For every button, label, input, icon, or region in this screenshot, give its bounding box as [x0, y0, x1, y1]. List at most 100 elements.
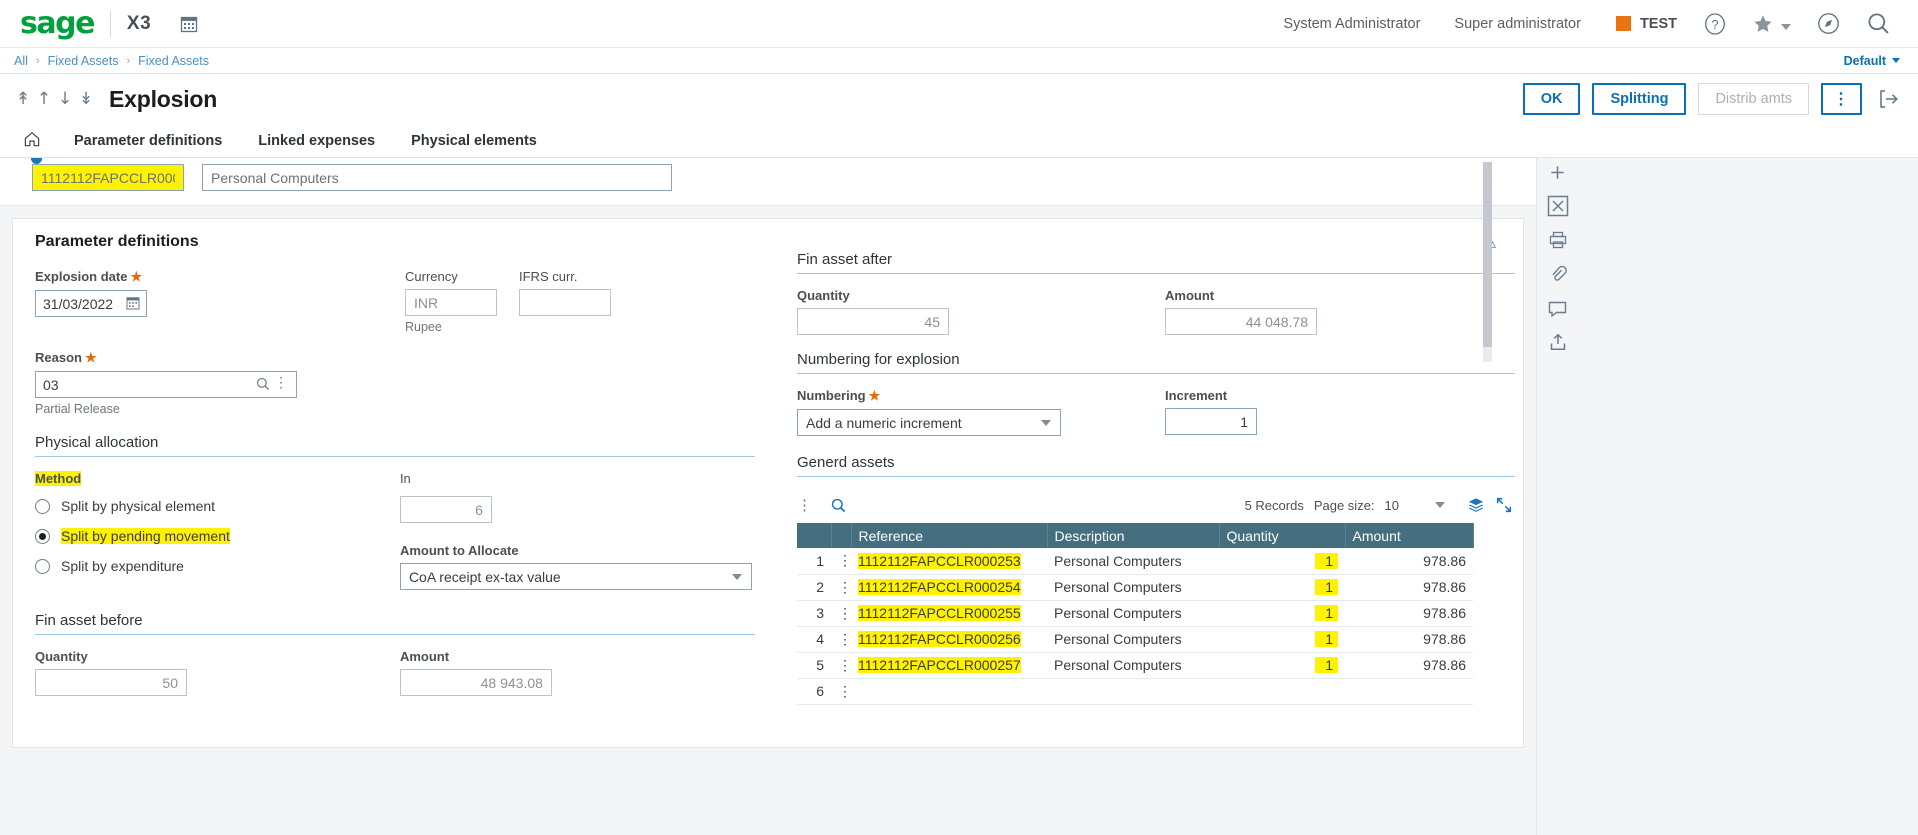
cell-amount[interactable]: 978.86 [1345, 600, 1473, 627]
help-icon[interactable]: ? [1691, 12, 1739, 36]
cell-amount[interactable]: 978.86 [1345, 574, 1473, 601]
calendar-icon[interactable] [179, 14, 199, 34]
content-area: Parameter definitions Explosion date★ [0, 158, 1918, 835]
home-icon[interactable] [22, 124, 56, 158]
compass-icon[interactable] [1804, 11, 1853, 36]
layers-icon[interactable] [1467, 496, 1485, 514]
breadcrumb-item-fixed-assets-2[interactable]: Fixed Assets [138, 54, 209, 68]
cell-quantity[interactable]: 1 [1219, 626, 1345, 653]
cell-description[interactable]: Personal Computers [1047, 652, 1219, 679]
table-row[interactable]: 4 ⋮ 1112112FAPCCLR000256 Personal Comput… [797, 626, 1473, 653]
radio-split-by-pending-movement[interactable]: Split by pending movement [35, 528, 400, 544]
explosion-date-input[interactable] [35, 290, 147, 317]
quantity-after-label: Quantity [797, 288, 850, 303]
radio-split-by-expenditure[interactable]: Split by expenditure [35, 558, 400, 574]
add-icon[interactable] [1548, 162, 1567, 182]
grid-actions-icon[interactable]: ⋮ [797, 496, 812, 514]
cell-reference[interactable]: 1112112FAPCCLR000255 [851, 600, 1047, 627]
asset-reference-input[interactable] [32, 164, 184, 191]
asset-description-input[interactable] [202, 164, 672, 191]
table-row[interactable]: 3 ⋮ 1112112FAPCCLR000255 Personal Comput… [797, 600, 1473, 627]
reason-field[interactable]: ⋮ [35, 371, 297, 398]
row-actions-icon[interactable]: ⋮ [831, 678, 852, 705]
print-icon[interactable] [1548, 230, 1568, 250]
col-reference[interactable]: Reference [851, 523, 1048, 548]
search-icon[interactable] [255, 376, 271, 397]
tab-linked-expenses[interactable]: Linked expenses [240, 124, 393, 158]
splitting-button[interactable]: Splitting [1592, 83, 1687, 115]
first-record-icon[interactable]: ↟ [14, 90, 32, 108]
row-actions-icon[interactable]: ⋮ [831, 548, 852, 575]
chevron-down-icon[interactable] [1779, 18, 1804, 30]
col-amount[interactable]: Amount [1345, 523, 1474, 548]
grid-search-icon[interactable] [830, 497, 847, 514]
col-description[interactable]: Description [1047, 523, 1220, 548]
table-row[interactable]: 1 ⋮ 1112112FAPCCLR000253 Personal Comput… [797, 548, 1473, 575]
row-actions-icon[interactable]: ⋮ [831, 652, 852, 679]
scrollbar-thumb[interactable] [1483, 162, 1492, 347]
explosion-date-field[interactable] [35, 290, 147, 317]
view-selector[interactable]: Default [1844, 54, 1900, 68]
row-actions-icon[interactable]: ⋮ [831, 574, 852, 601]
cell-description[interactable]: Personal Computers [1047, 626, 1219, 653]
cell-description[interactable] [1047, 678, 1219, 705]
section-divider [35, 634, 755, 635]
cell-amount[interactable]: 978.86 [1345, 626, 1473, 653]
table-row[interactable]: 2 ⋮ 1112112FAPCCLR000254 Personal Comput… [797, 574, 1473, 601]
sage-logo[interactable]: sage [20, 8, 95, 39]
chevron-down-icon [1041, 419, 1051, 426]
cell-amount[interactable]: 978.86 [1345, 652, 1473, 679]
star-icon[interactable] [1739, 12, 1779, 36]
page-size-value[interactable]: 10 [1385, 498, 1399, 513]
comment-icon[interactable] [1547, 298, 1568, 318]
cell-reference[interactable]: 1112112FAPCCLR000256 [851, 626, 1047, 653]
vertical-scrollbar[interactable] [1483, 162, 1492, 362]
breadcrumb-item-fixed-assets-1[interactable]: Fixed Assets [48, 54, 119, 68]
more-actions-button[interactable]: ⋮ [1821, 83, 1862, 115]
section-divider [797, 273, 1515, 274]
table-row[interactable]: 5 ⋮ 1112112FAPCCLR000257 Personal Comput… [797, 652, 1473, 679]
cell-reference[interactable] [851, 678, 1047, 705]
col-quantity[interactable]: Quantity [1219, 523, 1346, 548]
cell-reference[interactable]: 1112112FAPCCLR000253 [851, 548, 1047, 575]
amount-to-allocate-select[interactable]: CoA receipt ex-tax value [399, 563, 752, 590]
search-icon[interactable] [1853, 10, 1904, 37]
system-administrator-link[interactable]: System Administrator [1266, 16, 1437, 32]
next-record-icon[interactable]: ↓ [56, 90, 74, 108]
cell-quantity[interactable] [1219, 678, 1345, 705]
cell-description[interactable]: Personal Computers [1047, 574, 1219, 601]
cell-reference[interactable]: 1112112FAPCCLR000254 [851, 574, 1047, 601]
cell-quantity[interactable]: 1 [1219, 574, 1345, 601]
cell-quantity[interactable]: 1 [1219, 600, 1345, 627]
cell-quantity[interactable]: 1 [1219, 652, 1345, 679]
cell-quantity[interactable]: 1 [1219, 548, 1345, 575]
numbering-select[interactable]: Add a numeric increment [797, 409, 1061, 436]
increment-value[interactable]: 1 [1165, 408, 1257, 435]
share-icon[interactable] [1548, 332, 1568, 352]
tab-physical-elements[interactable]: Physical elements [393, 124, 555, 158]
tab-parameter-definitions[interactable]: Parameter definitions [56, 124, 240, 158]
exit-icon[interactable] [1874, 87, 1900, 111]
expand-icon[interactable] [1495, 496, 1513, 514]
row-actions-icon[interactable]: ⋮ [831, 626, 852, 653]
environment-badge[interactable]: TEST [1598, 16, 1691, 32]
fin-asset-after-row: Quantity 45 Amount 44 048.78 [797, 288, 1515, 335]
environment-label: TEST [1639, 15, 1677, 32]
breadcrumb-item-all[interactable]: All [14, 54, 28, 68]
last-record-icon[interactable]: ↡ [77, 90, 95, 108]
cell-amount[interactable] [1345, 678, 1473, 705]
chevron-down-icon[interactable] [1435, 502, 1445, 508]
cell-amount[interactable]: 978.86 [1345, 548, 1473, 575]
actions-icon[interactable]: ⋮ [274, 375, 288, 389]
cell-description[interactable]: Personal Computers [1047, 600, 1219, 627]
super-administrator-link[interactable]: Super administrator [1437, 16, 1598, 32]
previous-record-icon[interactable]: ↑ [35, 90, 53, 108]
cell-reference[interactable]: 1112112FAPCCLR000257 [851, 652, 1047, 679]
close-icon[interactable] [1547, 195, 1569, 217]
ok-button[interactable]: OK [1522, 83, 1581, 115]
row-actions-icon[interactable]: ⋮ [831, 600, 852, 627]
attachment-icon[interactable] [1548, 264, 1568, 284]
cell-description[interactable]: Personal Computers [1047, 548, 1219, 575]
radio-split-by-physical-element[interactable]: Split by physical element [35, 498, 400, 514]
table-row[interactable]: 6 ⋮ [797, 678, 1473, 705]
